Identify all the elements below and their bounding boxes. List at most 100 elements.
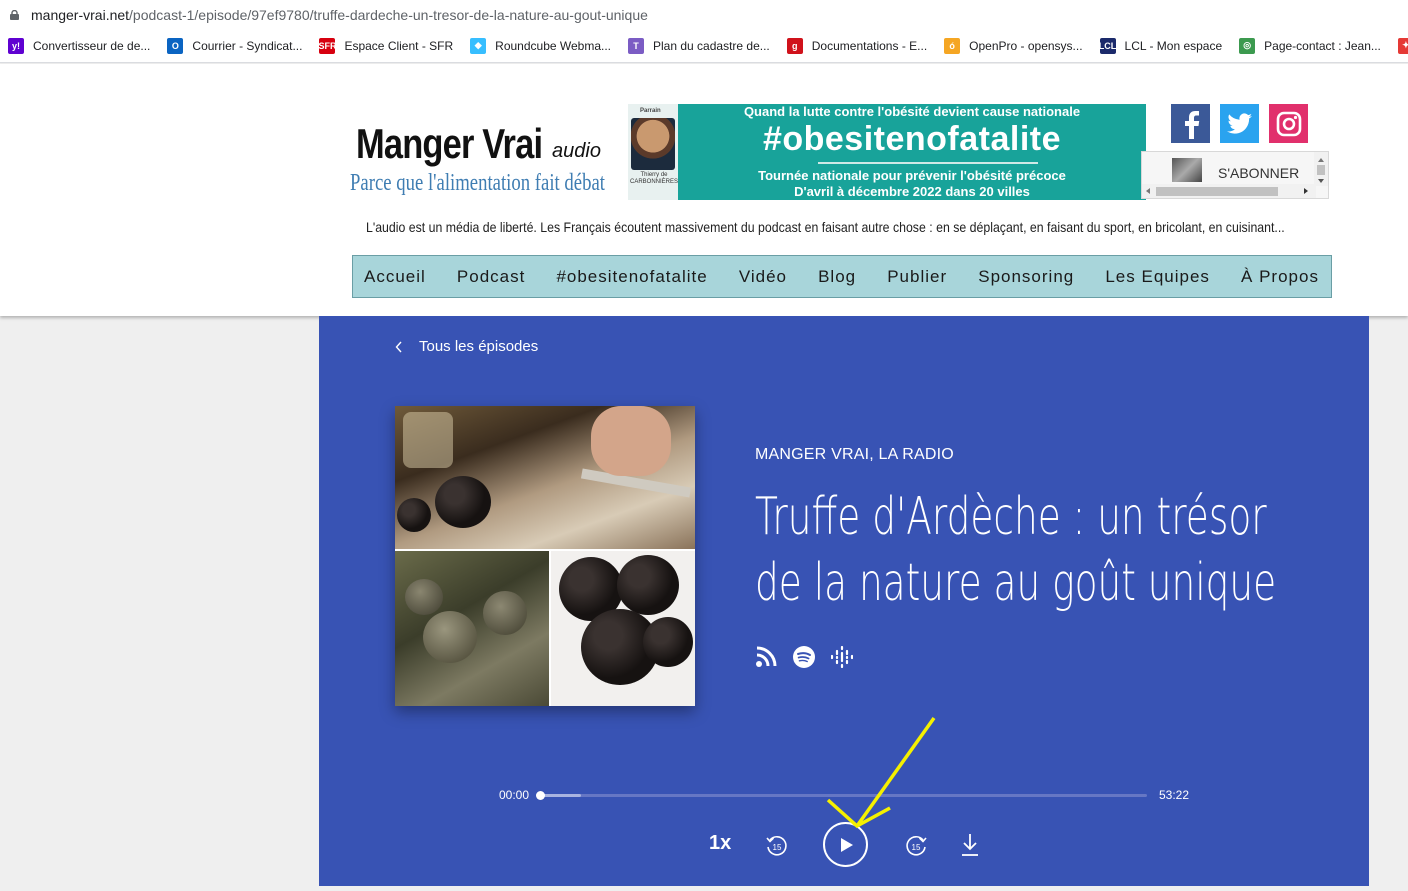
- nav-publier[interactable]: Publier: [887, 267, 947, 287]
- bookmark-item[interactable]: ✦Carte -: [1397, 37, 1408, 54]
- bookmark-item[interactable]: ◎ Page-contact : Jean...: [1239, 37, 1381, 54]
- truffle-shape: [405, 579, 443, 615]
- main-navigation: Accueil Podcast #obesitenofatalite Vidéo…: [352, 255, 1332, 298]
- play-button[interactable]: [823, 822, 868, 867]
- hand: [591, 406, 671, 476]
- site-logo[interactable]: Manger Vrai audio Parce que l'alimentati…: [350, 118, 608, 198]
- bookmark-item[interactable]: O Courrier - Syndicat...: [167, 37, 303, 54]
- logo-tagline: Parce que l'alimentation fait débat: [350, 170, 605, 196]
- bookmark-label: Courrier - Syndicat...: [192, 38, 303, 53]
- bookmark-label: Convertisseur de de...: [33, 38, 151, 53]
- yahoo-icon: y!: [8, 37, 24, 54]
- bookmark-item[interactable]: g Documentations - E...: [786, 37, 928, 54]
- bookmark-item[interactable]: y! Convertisseur de de...: [8, 37, 151, 54]
- cover-photo-truffles: [551, 551, 695, 706]
- scroll-right-icon: [1304, 188, 1308, 194]
- episode-panel: Tous les épisodes MANGER VRAI, LA RADIO …: [319, 316, 1369, 886]
- cover-photo-cutting: [395, 406, 695, 549]
- banner-divider: [818, 162, 1038, 164]
- sponsor-label: Parrain: [640, 108, 661, 114]
- twitter-icon: [1226, 112, 1252, 134]
- spotify-link[interactable]: [791, 644, 817, 670]
- subscribe-button[interactable]: S'ABONNER: [1218, 165, 1299, 181]
- truffle-shape: [435, 476, 491, 528]
- bookmark-item[interactable]: T Plan du cadastre de...: [628, 37, 770, 54]
- playback-speed-button[interactable]: 1x: [709, 832, 731, 855]
- campaign-banner[interactable]: Parrain Thierry de CARBONNIÈRES Quand la…: [628, 104, 1146, 200]
- bookmark-label: Espace Client - SFR: [344, 38, 454, 53]
- show-name: MANGER VRAI, LA RADIO: [755, 446, 954, 463]
- cover-photo-soil: [395, 551, 549, 706]
- google-podcasts-icon: [831, 646, 853, 668]
- episode-cover-image: [395, 406, 695, 706]
- truffle-shape: [617, 555, 679, 615]
- bookmark-label: LCL - Mon espace: [1124, 38, 1223, 53]
- nav-sponsoring[interactable]: Sponsoring: [978, 267, 1074, 287]
- lcl-icon: LCL: [1099, 37, 1116, 54]
- total-duration: 53:22: [1159, 788, 1190, 802]
- download-icon: [962, 834, 978, 856]
- bookmark-item[interactable]: SFR Espace Client - SFR: [318, 37, 454, 54]
- spotify-icon: [793, 646, 815, 668]
- nav-podcast[interactable]: Podcast: [457, 267, 525, 287]
- rss-link[interactable]: [753, 644, 779, 670]
- forward-icon: 15: [906, 835, 927, 856]
- bookmark-label: Documentations - E...: [811, 38, 928, 53]
- facebook-link[interactable]: [1171, 104, 1210, 143]
- instagram-link[interactable]: [1269, 104, 1308, 143]
- nav-obesitenofatalite[interactable]: #obesitenofatalite: [556, 267, 707, 287]
- site-header: Manger Vrai audio Parce que l'alimentati…: [0, 64, 1408, 316]
- subscribe-widget[interactable]: S'ABONNER: [1141, 151, 1329, 199]
- rewind-seconds-label: 15: [773, 843, 782, 852]
- horizontal-scrollbar[interactable]: [1142, 184, 1316, 198]
- chevron-left-icon: [395, 341, 402, 352]
- url-host: manger-vrai.net: [31, 6, 130, 23]
- progress-handle[interactable]: [536, 791, 545, 800]
- back-to-episodes-link[interactable]: Tous les épisodes: [395, 338, 538, 355]
- forward-15-button[interactable]: 15: [902, 832, 930, 863]
- bookmark-label: OpenPro - opensys...: [969, 38, 1083, 53]
- nav-video[interactable]: Vidéo: [739, 267, 787, 287]
- sfr-icon: SFR: [318, 37, 336, 54]
- truffle-shape: [483, 591, 527, 635]
- roundcube-icon: ◆: [470, 37, 487, 54]
- rewind-15-button[interactable]: 15: [763, 832, 791, 863]
- bookmark-label: Plan du cadastre de...: [653, 38, 770, 53]
- facebook-icon: [1184, 110, 1199, 139]
- scroll-left-icon: [1146, 188, 1150, 194]
- google-podcasts-link[interactable]: [829, 644, 855, 670]
- current-time: 00:00: [499, 788, 530, 802]
- lock-icon: [10, 9, 19, 20]
- buffered-bar: [541, 794, 581, 797]
- vertical-scrollbar[interactable]: [1314, 152, 1328, 186]
- progress-bar[interactable]: [541, 794, 1147, 797]
- nav-blog[interactable]: Blog: [818, 267, 856, 287]
- url-path: /podcast-1/episode/97ef9780/truffe-darde…: [129, 6, 648, 23]
- scroll-thumb[interactable]: [1156, 187, 1278, 196]
- rss-icon: [756, 646, 777, 667]
- sponsor-name: Thierry de CARBONNIÈRES: [630, 172, 679, 185]
- logo-title: Manger Vrai: [356, 120, 543, 167]
- bookmark-label: Roundcube Webma...: [495, 38, 612, 53]
- nav-les-equipes[interactable]: Les Equipes: [1105, 267, 1210, 287]
- documentation-icon: g: [786, 37, 803, 54]
- address-bar[interactable]: manger-vrai.net/podcast-1/episode/97ef97…: [0, 0, 1408, 29]
- episode-title: Truffe d'Ardèche : un trésor de la natur…: [755, 487, 1277, 613]
- play-icon: [840, 837, 853, 852]
- nav-a-propos[interactable]: À Propos: [1241, 267, 1319, 287]
- download-button[interactable]: [959, 832, 981, 861]
- instagram-icon: [1276, 111, 1301, 136]
- bookmark-item[interactable]: LCL LCL - Mon espace: [1099, 37, 1223, 54]
- logo-subtitle: audio: [552, 140, 601, 162]
- geo-icon: ✦: [1397, 37, 1408, 54]
- glass-jar: [403, 412, 453, 468]
- forward-seconds-label: 15: [912, 843, 921, 852]
- banner-subline: Tournée nationale pour prévenir l'obésit…: [758, 168, 1066, 183]
- site-tagline: L'audio est un média de liberté. Les Fra…: [366, 219, 1285, 235]
- nav-accueil[interactable]: Accueil: [364, 267, 426, 287]
- twitter-link[interactable]: [1220, 104, 1259, 143]
- bookmark-item[interactable]: ◆ Roundcube Webma...: [470, 37, 612, 54]
- bookmark-item[interactable]: ó OpenPro - opensys...: [944, 37, 1083, 54]
- rewind-icon: 15: [766, 835, 787, 856]
- sponsor-portrait: [631, 118, 675, 170]
